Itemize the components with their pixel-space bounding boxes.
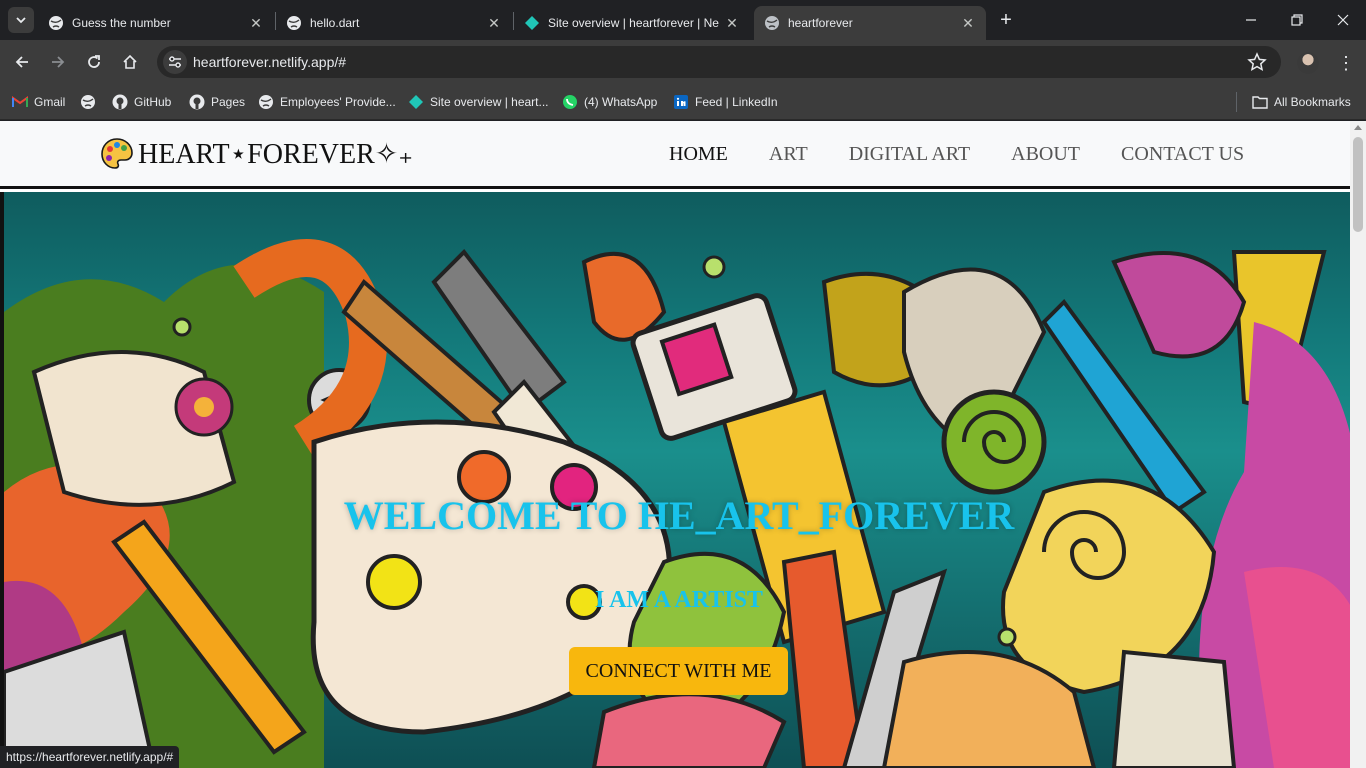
site-nav-links: HOME ART DIGITAL ART ABOUT CONTACT US (669, 143, 1285, 166)
bookmark-whatsapp[interactable]: (4) WhatsApp (562, 92, 657, 112)
tab-strip: Guess the number ✕ hello.dart ✕ Site ove… (0, 0, 1366, 40)
connect-with-me-button[interactable]: CONNECT WITH ME (569, 647, 788, 695)
whatsapp-icon (562, 94, 578, 110)
bookmark-label: Pages (211, 95, 246, 109)
site-navbar: HEART⋆FOREVER✧₊ HOME ART DIGITAL ART ABO… (0, 121, 1350, 189)
bookmark-pages[interactable]: Pages (189, 92, 245, 112)
site-info-button[interactable] (163, 50, 187, 74)
bookmark-label: GitHub (134, 95, 172, 109)
globe-icon (287, 16, 301, 30)
minimize-button[interactable] (1228, 0, 1274, 40)
bookmark-github[interactable]: GitHub (112, 92, 171, 112)
bookmark-star-icon[interactable] (1247, 52, 1267, 72)
close-icon (1337, 14, 1349, 26)
bookmark-label: Site overview | heart... (430, 95, 549, 109)
tab-guess-the-number[interactable]: Guess the number ✕ (38, 6, 274, 40)
close-icon[interactable]: ✕ (724, 15, 740, 31)
github-icon (189, 94, 205, 110)
page-viewport: HEART⋆FOREVER✧₊ HOME ART DIGITAL ART ABO… (0, 121, 1350, 768)
close-icon[interactable]: ✕ (486, 15, 502, 31)
tab-hello-dart[interactable]: hello.dart ✕ (276, 6, 512, 40)
folder-icon (1252, 94, 1268, 110)
bookmark-gmail[interactable]: Gmail (12, 92, 65, 112)
tab-title: hello.dart (310, 16, 360, 30)
tab-search-button[interactable] (8, 7, 34, 33)
bookmark-employees[interactable]: Employees' Provide... (258, 92, 396, 112)
tab-title: Site overview | heartforever | Ne (548, 16, 719, 30)
url-text[interactable]: heartforever.netlify.app/# (193, 54, 346, 70)
nav-about[interactable]: ABOUT (1011, 143, 1080, 166)
minimize-icon (1246, 19, 1256, 21)
hero-subtitle: I AM A ARTIST (595, 587, 763, 613)
forward-button[interactable] (44, 48, 72, 76)
scrollbar-thumb[interactable] (1353, 137, 1363, 232)
netlify-icon (525, 16, 539, 30)
bookmark-site-overview[interactable]: Site overview | heart... (408, 92, 549, 112)
bookmark-linkedin[interactable]: Feed | LinkedIn (673, 92, 778, 112)
close-icon[interactable]: ✕ (248, 15, 264, 31)
tune-icon (169, 56, 181, 68)
close-window-button[interactable] (1320, 0, 1366, 40)
home-icon (123, 54, 137, 69)
nav-digital-art[interactable]: DIGITAL ART (849, 143, 970, 166)
bookmark-label: (4) WhatsApp (584, 95, 658, 109)
site-logo-text: HEART⋆FOREVER✧₊ (138, 139, 413, 170)
new-tab-button[interactable]: + (994, 8, 1018, 32)
bookmarks-bar: Gmail GitHub Pages Employees' Provide...… (0, 84, 1366, 120)
status-bar-link-url: https://heartforever.netlify.app/# (0, 746, 180, 768)
globe-icon (258, 94, 274, 110)
bookmark-all-bookmarks[interactable]: All Bookmarks (1252, 92, 1351, 112)
bookmark-label: All Bookmarks (1274, 95, 1351, 109)
bookmark-globe[interactable] (80, 92, 102, 112)
palette-icon (101, 138, 133, 169)
page-scrollbar[interactable] (1350, 121, 1366, 768)
restore-icon (1291, 14, 1303, 26)
gmail-icon (12, 94, 28, 110)
reload-icon (88, 55, 100, 68)
bookmark-label: Gmail (34, 95, 66, 109)
hero-section: WELCOME TO HE_ART_FOREVER I AM A ARTIST … (0, 192, 1350, 768)
restore-button[interactable] (1274, 0, 1320, 40)
hero-title: WELCOME TO HE_ART_FOREVER (343, 493, 1015, 538)
tab-title: Guess the number (72, 16, 171, 30)
globe-icon (49, 16, 63, 30)
bookmark-label: Feed | LinkedIn (695, 95, 778, 109)
scroll-up-arrow-icon[interactable] (1354, 125, 1362, 130)
profile-avatar[interactable] (1297, 52, 1319, 74)
tab-site-overview[interactable]: Site overview | heartforever | Ne ✕ (514, 6, 750, 40)
site-logo[interactable]: HEART⋆FOREVER✧₊ (100, 137, 413, 171)
reload-button[interactable] (80, 48, 108, 76)
home-button[interactable] (116, 48, 144, 76)
tab-heartforever[interactable]: heartforever ✕ (754, 6, 986, 40)
globe-icon (765, 16, 779, 30)
bookmarks-separator (1236, 92, 1237, 112)
address-bar[interactable]: heartforever.netlify.app/# (157, 46, 1281, 78)
arrow-left-icon (15, 56, 28, 68)
github-icon (112, 94, 128, 110)
tab-title: heartforever (788, 16, 853, 30)
chevron-down-icon (16, 17, 26, 24)
browser-toolbar: heartforever.netlify.app/# (0, 40, 1366, 84)
nav-contact-us[interactable]: CONTACT US (1121, 143, 1244, 166)
nav-home[interactable]: HOME (669, 143, 728, 166)
arrow-right-icon (52, 56, 65, 68)
back-button[interactable] (8, 48, 36, 76)
browser-menu-button[interactable]: ⋮ (1336, 50, 1356, 76)
netlify-icon (408, 94, 424, 110)
linkedin-icon (673, 94, 689, 110)
close-icon[interactable]: ✕ (960, 15, 976, 31)
globe-icon (80, 94, 96, 110)
nav-art[interactable]: ART (769, 143, 808, 166)
bookmark-label: Employees' Provide... (280, 95, 396, 109)
